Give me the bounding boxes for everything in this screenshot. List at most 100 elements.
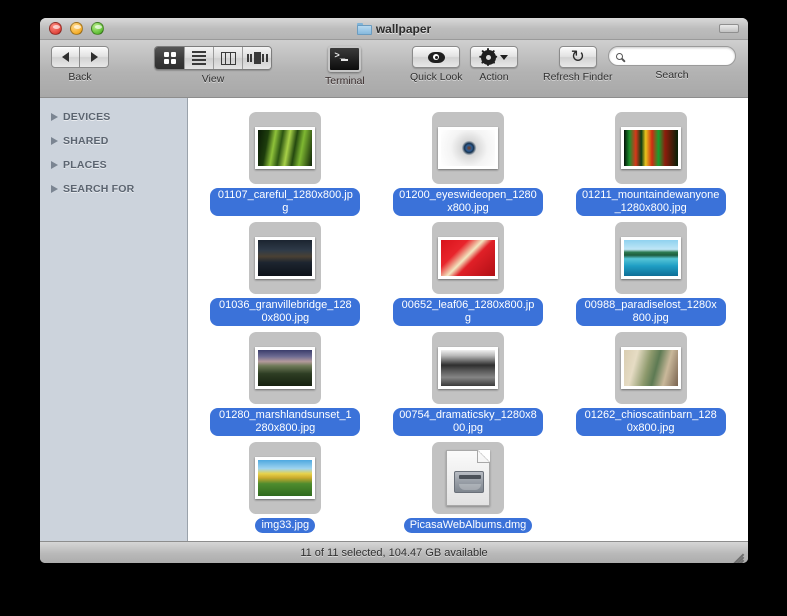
folder-icon bbox=[356, 22, 372, 35]
close-button[interactable] bbox=[49, 22, 62, 35]
search-label: Search bbox=[655, 69, 689, 81]
file-item[interactable]: 00754_dramaticsky_1280x800.jpg bbox=[377, 328, 560, 438]
chevron-right-icon bbox=[51, 137, 58, 145]
file-item[interactable]: img33.jpg bbox=[194, 438, 377, 541]
file-name-label[interactable]: 01211_mountaindewanyone_1280x800.jpg bbox=[575, 188, 726, 216]
search-input[interactable] bbox=[627, 50, 728, 62]
file-item[interactable]: 01107_careful_1280x800.jpg bbox=[194, 108, 377, 218]
grid-icon bbox=[163, 52, 176, 64]
refresh-finder-button[interactable]: ↻ bbox=[558, 46, 597, 68]
chevron-right-icon bbox=[51, 113, 58, 121]
file-thumbnail[interactable] bbox=[249, 332, 322, 404]
file-thumbnail[interactable] bbox=[249, 222, 322, 294]
sidebar-item-label: PLACES bbox=[63, 159, 107, 171]
sidebar-section-places[interactable]: PLACES bbox=[40, 153, 187, 177]
file-thumbnail[interactable] bbox=[614, 222, 687, 294]
disk-image-icon bbox=[445, 450, 490, 506]
forward-button[interactable] bbox=[80, 46, 109, 68]
file-name-label[interactable]: 00652_leaf06_1280x800.jpg bbox=[392, 298, 543, 326]
window-titlebar[interactable]: wallpaper bbox=[40, 18, 748, 40]
file-item[interactable]: 01036_granvillebridge_1280x800.jpg bbox=[194, 218, 377, 328]
finder-window: wallpaper Back View >_ Terminal Quick Lo… bbox=[40, 18, 748, 563]
back-button[interactable] bbox=[51, 46, 80, 68]
sidebar-item-label: SHARED bbox=[63, 135, 109, 147]
icon-view-button[interactable] bbox=[155, 47, 184, 69]
chevron-down-icon bbox=[499, 54, 508, 60]
file-thumbnail[interactable] bbox=[431, 112, 504, 184]
window-title-group: wallpaper bbox=[40, 22, 748, 36]
navigation-group: Back bbox=[51, 46, 109, 83]
file-thumbnail[interactable] bbox=[249, 442, 322, 514]
window-title: wallpaper bbox=[375, 21, 432, 36]
sidebar-item-label: DEVICES bbox=[63, 111, 111, 123]
back-label: Back bbox=[68, 71, 92, 83]
finder-toolbar: Back View >_ Terminal Quick Look Action … bbox=[40, 40, 748, 98]
resize-grip[interactable] bbox=[731, 547, 745, 563]
zoom-button[interactable] bbox=[91, 22, 104, 35]
file-name-label[interactable]: 01036_granvillebridge_1280x800.jpg bbox=[210, 298, 361, 326]
sidebar-section-devices[interactable]: DEVICES bbox=[40, 105, 187, 129]
file-item[interactable]: 00988_paradiselost_1280x800.jpg bbox=[559, 218, 742, 328]
icon-grid: 01107_careful_1280x800.jpg 01200_eyeswide… bbox=[188, 98, 748, 541]
quick-look-button[interactable] bbox=[412, 46, 461, 68]
terminal-group: >_ Terminal bbox=[325, 46, 365, 87]
file-name-label[interactable]: 01200_eyeswideopen_1280x800.jpg bbox=[392, 188, 543, 216]
action-group: Action bbox=[470, 46, 518, 83]
photo-thumbnail bbox=[255, 127, 316, 169]
file-name-label[interactable]: 01262_chioscatinbarn_1280x800.jpg bbox=[575, 408, 726, 436]
search-group: Search bbox=[608, 46, 736, 81]
sidebar-section-search-for[interactable]: SEARCH FOR bbox=[40, 177, 187, 201]
file-thumbnail[interactable] bbox=[431, 332, 504, 404]
file-name-label[interactable]: 01280_marshlandsunset_1280x800.jpg bbox=[210, 408, 361, 436]
search-field[interactable] bbox=[608, 46, 736, 66]
refresh-label: Refresh Finder bbox=[543, 71, 613, 83]
coverflow-view-button[interactable] bbox=[242, 47, 271, 69]
terminal-icon[interactable]: >_ bbox=[328, 46, 362, 72]
chevron-right-icon bbox=[51, 185, 58, 193]
photo-thumbnail bbox=[620, 237, 681, 279]
sidebar-item-label: SEARCH FOR bbox=[63, 183, 135, 195]
column-view-button[interactable] bbox=[213, 47, 242, 69]
file-name-label[interactable]: 00988_paradiselost_1280x800.jpg bbox=[575, 298, 726, 326]
refresh-icon: ↻ bbox=[570, 46, 585, 67]
photo-thumbnail bbox=[255, 457, 316, 499]
sidebar-section-shared[interactable]: SHARED bbox=[40, 129, 187, 153]
file-name-label[interactable]: img33.jpg bbox=[255, 518, 316, 533]
file-item[interactable]: 01200_eyeswideopen_1280x800.jpg bbox=[377, 108, 560, 218]
photo-thumbnail bbox=[620, 127, 681, 169]
arrow-right-icon bbox=[90, 52, 98, 62]
coverflow-icon bbox=[246, 52, 268, 64]
file-name-label[interactable]: 00754_dramaticsky_1280x800.jpg bbox=[392, 408, 543, 436]
file-thumbnail[interactable] bbox=[614, 112, 687, 184]
file-item[interactable]: 01280_marshlandsunset_1280x800.jpg bbox=[194, 328, 377, 438]
file-thumbnail[interactable] bbox=[249, 112, 322, 184]
file-thumbnail[interactable] bbox=[614, 332, 687, 404]
window-body: DEVICES SHARED PLACES SEARCH FOR 01107_c… bbox=[40, 98, 748, 541]
file-item[interactable]: PicasaWebAlbums.dmg bbox=[377, 438, 560, 541]
gear-icon bbox=[478, 48, 497, 66]
file-browser-content[interactable]: 01107_careful_1280x800.jpg 01200_eyeswide… bbox=[188, 98, 748, 541]
file-name-label[interactable]: PicasaWebAlbums.dmg bbox=[403, 518, 533, 533]
sidebar: DEVICES SHARED PLACES SEARCH FOR bbox=[40, 98, 188, 541]
action-button[interactable] bbox=[470, 46, 518, 68]
file-item[interactable]: 01262_chioscatinbarn_1280x800.jpg bbox=[559, 328, 742, 438]
file-item[interactable]: 01211_mountaindewanyone_1280x800.jpg bbox=[559, 108, 742, 218]
photo-thumbnail bbox=[437, 237, 498, 279]
photo-thumbnail bbox=[437, 347, 498, 389]
view-label: View bbox=[201, 73, 225, 85]
minimize-button[interactable] bbox=[70, 22, 83, 35]
file-name-label[interactable]: 01107_careful_1280x800.jpg bbox=[210, 188, 361, 216]
quicklook-group: Quick Look bbox=[410, 46, 463, 83]
toolbar-toggle-button[interactable] bbox=[719, 24, 739, 33]
file-item[interactable]: 00652_leaf06_1280x800.jpg bbox=[377, 218, 560, 328]
list-view-button[interactable] bbox=[184, 47, 213, 69]
quicklook-label: Quick Look bbox=[410, 71, 463, 83]
columns-icon bbox=[220, 51, 236, 65]
traffic-lights bbox=[40, 22, 104, 35]
file-thumbnail[interactable] bbox=[431, 442, 504, 514]
file-thumbnail[interactable] bbox=[431, 222, 504, 294]
photo-thumbnail bbox=[437, 127, 498, 169]
terminal-label: Terminal bbox=[325, 75, 365, 87]
eye-icon bbox=[427, 51, 445, 63]
photo-thumbnail bbox=[255, 237, 316, 279]
